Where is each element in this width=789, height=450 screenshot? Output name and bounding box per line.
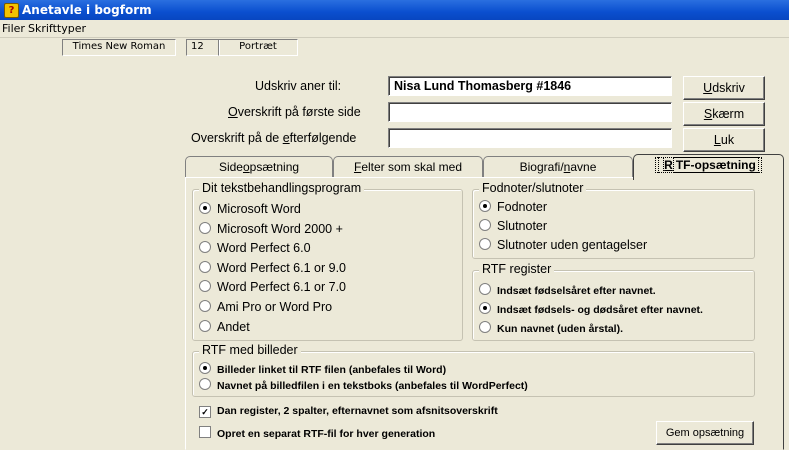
make-register-checkbox[interactable]: ✓ Dan register, 2 spalter, efternavnet so…	[199, 405, 498, 418]
menu-bar: Filer Skrifttyper	[0, 20, 789, 38]
tab-page-setup[interactable]: Sideopsætning	[185, 156, 333, 178]
wordprocessor-option-2[interactable]: Word Perfect 6.0	[199, 241, 311, 255]
separate-file-checkbox[interactable]: Opret en separat RTF-fil for hver genera…	[199, 426, 435, 440]
rtf-images-group-title: RTF med billeder	[199, 343, 301, 357]
footnotes-option-label: Slutnoter	[497, 219, 548, 233]
rtf-register-group-title: RTF register	[479, 262, 555, 276]
font-size-field[interactable]: 12	[186, 39, 220, 56]
register-option-label: Indsæt fødselsåret efter navnet.	[497, 285, 656, 297]
register-option-1[interactable]: Indsæt fødsels- og dødsåret efter navnet…	[479, 302, 703, 316]
radio-button[interactable]	[199, 280, 211, 293]
screen-button[interactable]: Skærm	[683, 102, 765, 126]
footnotes-option-1[interactable]: Slutnoter	[479, 219, 547, 233]
wordprocessor-option-label: Ami Pro or Word Pro	[217, 300, 333, 314]
menu-filer[interactable]: Filer	[2, 22, 25, 35]
radio-button[interactable]	[199, 241, 211, 254]
orientation-field[interactable]: Portræt	[218, 39, 298, 56]
register-option-label: Indsæt fødsels- og dødsåret efter navnet…	[497, 304, 703, 316]
radio-button[interactable]	[199, 319, 211, 332]
images-option-label: Billeder linket til RTF filen (anbefales…	[217, 364, 447, 376]
make-register-check-box[interactable]: ✓	[199, 406, 211, 418]
first-page-heading-input[interactable]	[388, 102, 672, 122]
footnotes-option-0[interactable]: Fodnoter	[479, 200, 547, 214]
save-setup-button[interactable]: Gem opsætning	[656, 421, 754, 445]
radio-button[interactable]	[479, 238, 491, 250]
footnotes-option-label: Fodnoter	[497, 200, 548, 214]
register-option-2[interactable]: Kun navnet (uden årstal).	[479, 321, 623, 335]
radio-button[interactable]	[199, 221, 211, 234]
radio-button[interactable]	[199, 362, 211, 374]
wordprocessor-option-4[interactable]: Word Perfect 6.1 or 7.0	[199, 280, 346, 294]
register-option-label: Kun navnet (uden årstal).	[497, 323, 624, 335]
following-pages-heading-input[interactable]	[388, 128, 672, 148]
close-button[interactable]: Luk	[683, 128, 765, 152]
wordprocessor-option-6[interactable]: Andet	[199, 319, 250, 334]
radio-button[interactable]	[199, 202, 211, 214]
wordprocessor-option-label: Word Perfect 6.1 or 7.0	[217, 280, 346, 295]
wordprocessor-option-5[interactable]: Ami Pro or Word Pro	[199, 300, 332, 314]
radio-button[interactable]	[479, 283, 491, 295]
title-bar: ? Anetavle i bogform	[0, 0, 789, 20]
radio-button[interactable]	[479, 302, 491, 314]
wordprocessor-option-label: Word Perfect 6.1 or 9.0	[217, 260, 346, 275]
wordprocessor-option-0[interactable]: Microsoft Word	[199, 202, 301, 216]
tab-biography[interactable]: Biografi/navne	[483, 156, 633, 178]
tab-rtf-setup[interactable]: R TF-opsætning	[633, 154, 784, 180]
radio-button[interactable]	[479, 219, 491, 231]
radio-button[interactable]	[199, 378, 211, 390]
print-label: Udskriv aner til:	[255, 79, 342, 93]
register-option-0[interactable]: Indsæt fødselsåret efter navnet.	[479, 283, 656, 297]
wordprocessor-option-label: Microsoft Word 2000 +	[217, 221, 343, 236]
images-option-1[interactable]: Navnet på billedfilen i en tekstboks (an…	[199, 378, 528, 392]
separate-file-check-box[interactable]	[199, 426, 211, 438]
menu-skrifttyper[interactable]: Skrifttyper	[28, 22, 86, 35]
following-pages-label: Overskrift på de efterfølgende	[191, 131, 357, 145]
print-button[interactable]: Udskriv	[683, 76, 765, 100]
images-option-0[interactable]: Billeder linket til RTF filen (anbefales…	[199, 362, 446, 376]
wordprocessor-option-1[interactable]: Microsoft Word 2000 +	[199, 221, 343, 236]
print-ancestors-input[interactable]: Nisa Lund Thomasberg #1846	[388, 76, 672, 96]
app-icon: ?	[4, 3, 19, 18]
wordprocessor-option-label: Microsoft Word	[217, 202, 301, 216]
footnotes-option-label: Slutnoter uden gentagelser	[497, 238, 648, 252]
font-name-field[interactable]: Times New Roman	[62, 39, 176, 56]
wordprocessor-option-label: Word Perfect 6.0	[217, 241, 311, 256]
radio-button[interactable]	[479, 200, 491, 212]
tab-fields[interactable]: Felter som skal med	[333, 156, 483, 178]
radio-button[interactable]	[479, 321, 491, 333]
images-option-label: Navnet på billedfilen i en tekstboks (an…	[217, 380, 528, 392]
wordprocessor-option-3[interactable]: Word Perfect 6.1 or 9.0	[199, 260, 346, 275]
footnotes-option-2[interactable]: Slutnoter uden gentagelser	[479, 238, 647, 252]
first-page-label: Overskrift på første side	[228, 105, 361, 119]
footnotes-group-title: Fodnoter/slutnoter	[479, 181, 587, 195]
wordprocessor-group-title: Dit tekstbehandlingsprogram	[199, 181, 365, 195]
window-title: Anetavle i bogform	[22, 3, 152, 17]
radio-button[interactable]	[199, 260, 211, 273]
radio-button[interactable]	[199, 300, 211, 312]
wordprocessor-option-label: Andet	[217, 319, 250, 334]
